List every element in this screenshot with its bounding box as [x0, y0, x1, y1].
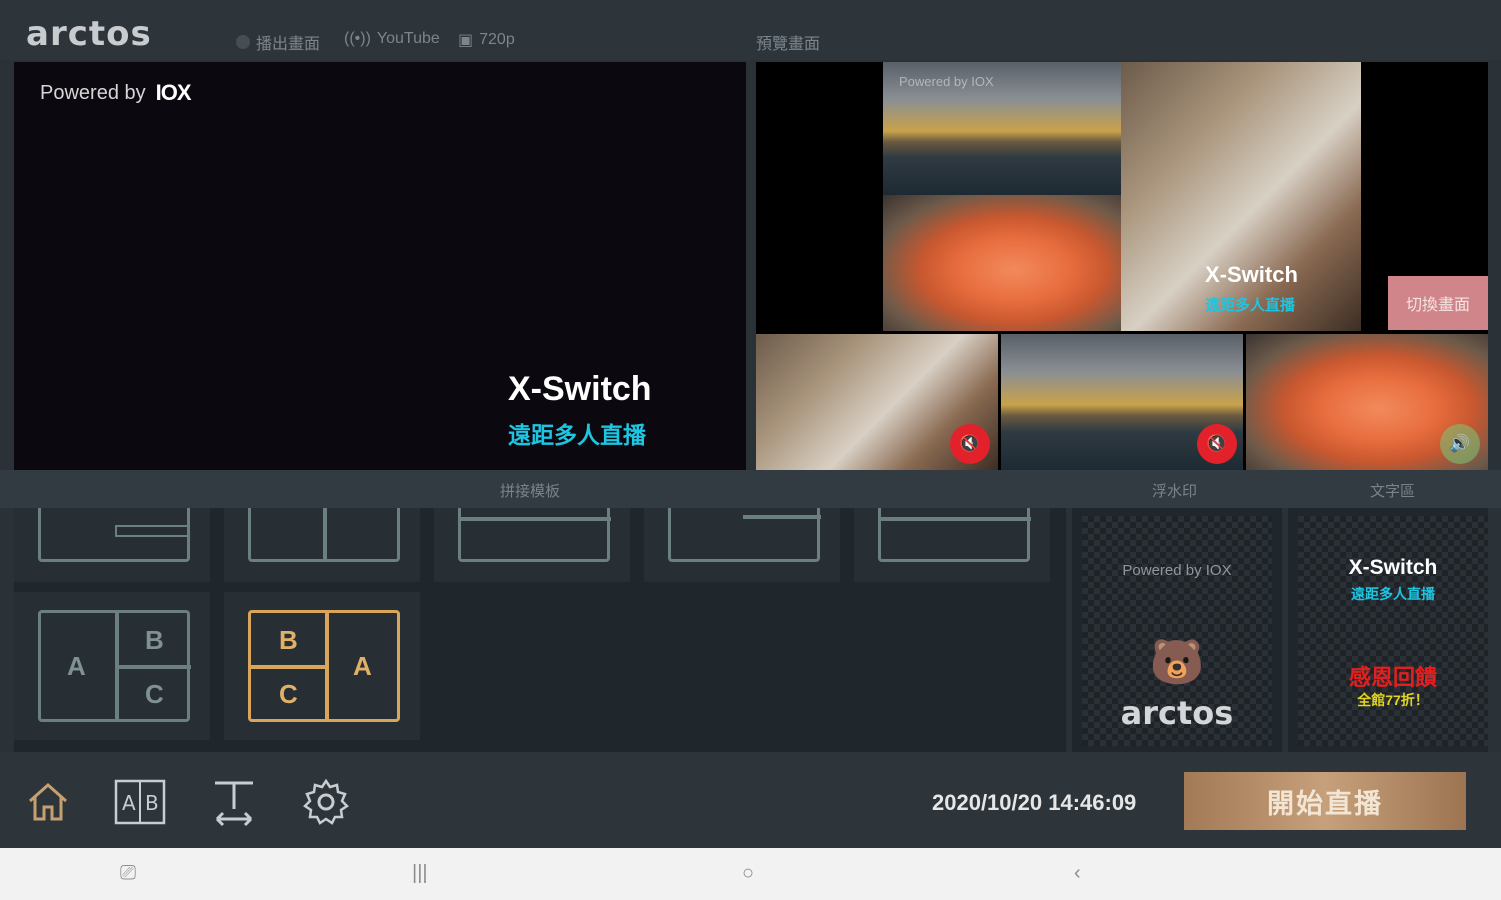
preview-salmon-tile	[883, 195, 1121, 331]
watermark-item-arctos[interactable]: 🐻 arctos	[1082, 626, 1272, 746]
home-circle-icon[interactable]: ○	[742, 862, 754, 885]
broadcast-icon: ((•))	[344, 30, 371, 47]
template-layout-icon: B C A	[248, 610, 400, 722]
text-item-xswitch[interactable]: X-Switch 遠距多人直播	[1298, 516, 1488, 626]
iox-logo: IOX	[155, 80, 192, 105]
svg-text:A: A	[122, 791, 136, 815]
watermark-panel: Powered by IOX 🐻 arctos	[1072, 508, 1282, 752]
text-item-title: X-Switch	[1348, 556, 1438, 579]
preview-label: 預覽畫面	[756, 36, 821, 53]
start-live-button[interactable]: 開始直播	[1184, 772, 1466, 830]
current-datetime: 2020/10/20 14:46:09	[932, 790, 1137, 815]
status-dot-icon	[236, 35, 250, 49]
back-icon[interactable]: ‹	[1074, 862, 1081, 885]
template-layout-icon: A B C	[38, 610, 191, 722]
powered-by: Powered by IOX	[40, 80, 192, 106]
preview-title: X-Switch	[1205, 262, 1298, 287]
platform-label: YouTube	[376, 30, 440, 47]
text-item-title: 感恩回饋	[1348, 665, 1437, 690]
template-option[interactable]	[14, 508, 210, 582]
app-logo: arctos	[26, 14, 152, 54]
template-letter: C	[145, 679, 164, 709]
bear-logo-icon: 🐻	[1149, 638, 1205, 687]
output-status: 播出畫面	[236, 30, 320, 54]
template-letter: A	[67, 651, 86, 681]
speaker-icon[interactable]: 🔊	[1440, 424, 1480, 464]
mute-icon[interactable]: 🔇	[950, 424, 990, 464]
film-icon: ▣	[458, 32, 474, 49]
ab-layout-icon[interactable]: AB	[114, 776, 166, 828]
template-option[interactable]	[644, 508, 840, 582]
svg-text:B: B	[145, 791, 159, 815]
text-section-label: 文字區	[1370, 483, 1416, 500]
home-icon[interactable]	[22, 776, 74, 828]
template-letter: B	[279, 625, 298, 655]
template-layout-icon	[38, 508, 190, 562]
preview-chef-tile: X-Switch 遠距多人直播	[1121, 62, 1361, 331]
text-item-subtitle: 全館77折！	[1357, 692, 1429, 708]
mute-icon[interactable]: 🔇	[1197, 424, 1237, 464]
template-letter: A	[353, 651, 372, 681]
template-layout-icon	[878, 508, 1031, 562]
output-subtitle: 遠距多人直播	[508, 422, 646, 448]
source-chef-thumbnail[interactable]: 🔇	[756, 334, 998, 470]
text-panel: X-Switch 遠距多人直播 感恩回饋 全館77折！	[1288, 508, 1488, 752]
template-option[interactable]	[434, 508, 630, 582]
text-item-promo[interactable]: 感恩回饋 全館77折！	[1298, 626, 1488, 746]
template-layout-icon	[668, 508, 821, 562]
template-option[interactable]	[854, 508, 1050, 582]
switch-screen-button[interactable]: 切換畫面	[1388, 276, 1488, 330]
text-size-icon[interactable]	[208, 776, 260, 828]
top-bar	[0, 0, 1501, 60]
templates-section-label: 拼接模板	[500, 483, 561, 500]
template-option[interactable]	[224, 508, 420, 582]
watermark-powered-text: Powered by IOX	[1122, 562, 1232, 579]
platform-status: ((•)) YouTube	[344, 30, 440, 48]
text-item-subtitle: 遠距多人直播	[1351, 586, 1435, 602]
settings-gear-icon[interactable]	[300, 776, 352, 828]
watermark-item-powered[interactable]: Powered by IOX	[1082, 516, 1272, 626]
template-option-selected[interactable]: B C A	[224, 592, 420, 740]
recent-apps-icon[interactable]: |||	[412, 862, 428, 885]
preview-sunset-tile: Powered by IOX	[883, 62, 1121, 195]
preview-subtitle: 遠距多人直播	[1205, 297, 1296, 314]
powered-by-text: Powered by	[40, 81, 146, 104]
resolution-label: 720p	[479, 31, 515, 48]
screen-cast-icon[interactable]: ⎚	[120, 862, 136, 885]
preview-header: 預覽畫面	[756, 30, 820, 54]
template-letter: B	[145, 625, 164, 655]
source-sunset-thumbnail[interactable]: 🔇	[1001, 334, 1243, 470]
template-option[interactable]: A B C	[14, 592, 210, 740]
template-letter: C	[279, 679, 298, 709]
watermark-arctos-text: arctos	[1120, 694, 1234, 732]
output-label: 播出畫面	[256, 36, 321, 53]
resolution-status: ▣ 720p	[458, 30, 515, 50]
preview-powered-by: Powered by IOX	[899, 74, 994, 89]
section-header-bar	[0, 470, 1501, 508]
source-salmon-thumbnail[interactable]: 🔊	[1246, 334, 1488, 470]
template-layout-icon	[248, 508, 400, 562]
layout-templates-panel: A B C B C A	[14, 508, 1066, 752]
output-title: X-Switch	[508, 370, 652, 408]
watermark-section-label: 浮水印	[1152, 483, 1198, 500]
preview-screen: Powered by IOX X-Switch 遠距多人直播 🔇 🔇 🔊	[756, 62, 1488, 470]
template-layout-icon	[458, 508, 611, 562]
output-screen: Powered by IOX X-Switch 遠距多人直播	[14, 62, 746, 470]
